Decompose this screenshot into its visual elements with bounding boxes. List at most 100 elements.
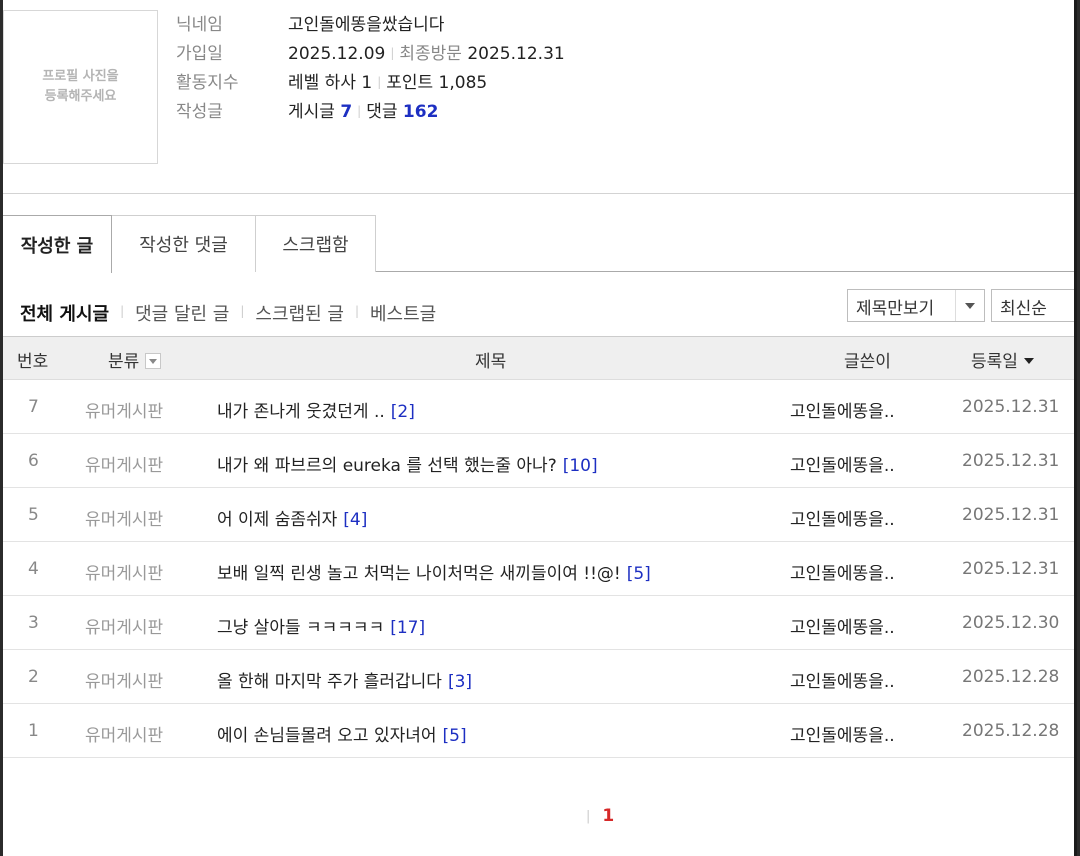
row-no: 3: [28, 613, 39, 633]
photo-placeholder-line2: 등록해주세요: [44, 89, 117, 104]
separator: |: [120, 304, 125, 318]
post-filter-bar: 전체 게시글 | 댓글 달린 글 | 스크랩된 글 | 베스트글: [20, 300, 436, 326]
row-title[interactable]: 그냥 살아들 ㅋㅋㅋㅋㅋ: [217, 618, 384, 638]
row-title-cell: 어 이제 숨좀쉬자 [4]: [217, 505, 367, 530]
separator: |: [357, 104, 362, 118]
row-comment-count[interactable]: [2]: [391, 402, 415, 422]
table-row: 6 유머게시판 내가 왜 파브르의 eureka 를 선택 했는줄 아나? [10…: [3, 434, 1077, 488]
row-comment-count[interactable]: [5]: [443, 726, 467, 746]
separator: |: [240, 304, 245, 318]
row-date: 2025.12.30: [962, 613, 1060, 633]
tab-my-posts[interactable]: 작성한 글: [3, 215, 112, 273]
post-count-label: 게시글: [288, 102, 335, 122]
header-no: 번호: [17, 352, 49, 372]
category-filter-icon[interactable]: [145, 353, 162, 369]
filter-scrapped-posts[interactable]: 스크랩된 글: [255, 304, 344, 325]
row-title[interactable]: 올 한해 마지막 주가 흘러갑니다: [217, 672, 442, 692]
row-date: 2025.12.28: [962, 667, 1060, 687]
separator: |: [377, 75, 382, 89]
table-row: 2 유머게시판 올 한해 마지막 주가 흘러갑니다 [3] 고인돌에똥을.. 20…: [3, 650, 1077, 704]
row-date: 2025.12.31: [962, 397, 1060, 417]
row-author[interactable]: 고인돌에똥을..: [790, 559, 895, 584]
row-category[interactable]: 유머게시판: [85, 559, 163, 584]
post-table-body: 7 유머게시판 내가 존나게 웃겼던게 .. [2] 고인돌에똥을.. 2025.…: [3, 380, 1077, 758]
profile-photo-placeholder[interactable]: 프로필 사진을 등록해주세요: [3, 10, 158, 164]
row-title-cell: 보배 일찍 린생 놀고 처먹는 나이처먹은 새끼들이여 !!@! [5]: [217, 559, 651, 584]
posts-label: 작성글: [176, 102, 223, 122]
row-comment-count[interactable]: [17]: [390, 618, 425, 638]
activity-label: 활동지수: [176, 73, 239, 93]
profile-page: 프로필 사진을 등록해주세요 닉네임 고인돌에똥을쌌습니다 가입일 2025.1…: [3, 0, 1077, 856]
row-category[interactable]: 유머게시판: [85, 397, 163, 422]
filter-commented-posts[interactable]: 댓글 달린 글: [135, 304, 229, 325]
nickname-label: 닉네임: [176, 15, 223, 35]
level-value: 레벨 하사 1: [288, 73, 373, 93]
last-visit-date: 2025.12.31: [467, 44, 565, 64]
row-category[interactable]: 유머게시판: [85, 667, 163, 692]
table-header: 번호 분류 제목 글쓴이 등록일: [3, 336, 1077, 380]
page-current[interactable]: 1: [602, 806, 614, 826]
joined-date: 2025.12.09: [288, 44, 386, 64]
row-date: 2025.12.28: [962, 721, 1060, 741]
row-title-cell: 내가 왜 파브르의 eureka 를 선택 했는줄 아나? [10]: [217, 451, 598, 476]
row-title[interactable]: 내가 존나게 웃겼던게 ..: [217, 402, 385, 422]
row-comment-count[interactable]: [3]: [448, 672, 472, 692]
sort-order-value: 최신순: [1000, 299, 1047, 319]
row-title[interactable]: 보배 일찍 린생 놀고 처먹는 나이처먹은 새끼들이여 !!@!: [217, 564, 621, 584]
view-mode-select[interactable]: 제목만보기: [847, 289, 985, 322]
row-category[interactable]: 유머게시판: [85, 721, 163, 746]
header-date-wrap[interactable]: 등록일: [971, 347, 1034, 372]
row-no: 1: [28, 721, 39, 741]
row-category[interactable]: 유머게시판: [85, 613, 163, 638]
row-comment-count[interactable]: [4]: [343, 510, 367, 530]
photo-placeholder-line1: 프로필 사진을: [42, 69, 119, 84]
last-visit-label: 최종방문: [399, 44, 462, 64]
table-row: 5 유머게시판 어 이제 숨좀쉬자 [4] 고인돌에똥을.. 2025.12.31: [3, 488, 1077, 542]
row-comment-count[interactable]: [5]: [627, 564, 651, 584]
filter-best-posts[interactable]: 베스트글: [370, 304, 436, 325]
row-author[interactable]: 고인돌에똥을..: [790, 451, 895, 476]
joined-label: 가입일: [176, 44, 223, 64]
row-title-cell: 올 한해 마지막 주가 흘러갑니다 [3]: [217, 667, 472, 692]
row-no: 2: [28, 667, 39, 687]
row-title[interactable]: 어 이제 숨좀쉬자: [217, 510, 337, 530]
separator: |: [354, 304, 359, 318]
row-comment-count[interactable]: [10]: [563, 456, 598, 476]
nickname-value: 고인돌에똥을쌌습니다: [288, 15, 445, 35]
filter-all-posts[interactable]: 전체 게시글: [20, 304, 109, 325]
row-title-cell: 그냥 살아들 ㅋㅋㅋㅋㅋ [17]: [217, 613, 425, 638]
row-author[interactable]: 고인돌에똥을..: [790, 721, 895, 746]
table-row: 4 유머게시판 보배 일찍 린생 놀고 처먹는 나이처먹은 새끼들이여 !!@!…: [3, 542, 1077, 596]
row-author[interactable]: 고인돌에똥을..: [790, 613, 895, 638]
table-row: 3 유머게시판 그냥 살아들 ㅋㅋㅋㅋㅋ [17] 고인돌에똥을.. 2025.1…: [3, 596, 1077, 650]
comment-count[interactable]: 162: [403, 102, 439, 122]
sort-order-select[interactable]: 최신순: [991, 289, 1077, 322]
row-no: 5: [28, 505, 39, 525]
row-category[interactable]: 유머게시판: [85, 451, 163, 476]
points-value: 포인트 1,085: [386, 73, 488, 93]
row-title[interactable]: 에이 손님들몰려 오고 있자녀어: [217, 726, 437, 746]
tab-scrapped[interactable]: 스크랩함: [255, 215, 376, 272]
post-counts: 게시글 7 | 댓글 162: [288, 97, 438, 122]
view-mode-value: 제목만보기: [856, 299, 935, 319]
sort-down-icon: [1023, 358, 1034, 364]
row-date: 2025.12.31: [962, 451, 1060, 471]
row-date: 2025.12.31: [962, 505, 1060, 525]
tab-my-comments[interactable]: 작성한 댓글: [111, 215, 256, 272]
row-title-cell: 내가 존나게 웃겼던게 .. [2]: [217, 397, 415, 422]
row-author[interactable]: 고인돌에똥을..: [790, 397, 895, 422]
separator: |: [390, 46, 395, 60]
joined-visit-values: 2025.12.09 | 최종방문 2025.12.31: [288, 39, 565, 64]
row-no: 4: [28, 559, 39, 579]
row-title[interactable]: 내가 왜 파브르의 eureka 를 선택 했는줄 아나?: [217, 456, 557, 476]
row-category[interactable]: 유머게시판: [85, 505, 163, 530]
row-title-cell: 에이 손님들몰려 오고 있자녀어 [5]: [217, 721, 467, 746]
row-no: 6: [28, 451, 39, 471]
row-author[interactable]: 고인돌에똥을..: [790, 667, 895, 692]
tab-bar: 스크랩함 작성한 댓글 작성한 글: [3, 215, 1077, 273]
post-count[interactable]: 7: [340, 102, 352, 122]
divider: [3, 193, 1077, 194]
row-author[interactable]: 고인돌에똥을..: [790, 505, 895, 530]
header-date: 등록일: [971, 352, 1018, 372]
row-date: 2025.12.31: [962, 559, 1060, 579]
